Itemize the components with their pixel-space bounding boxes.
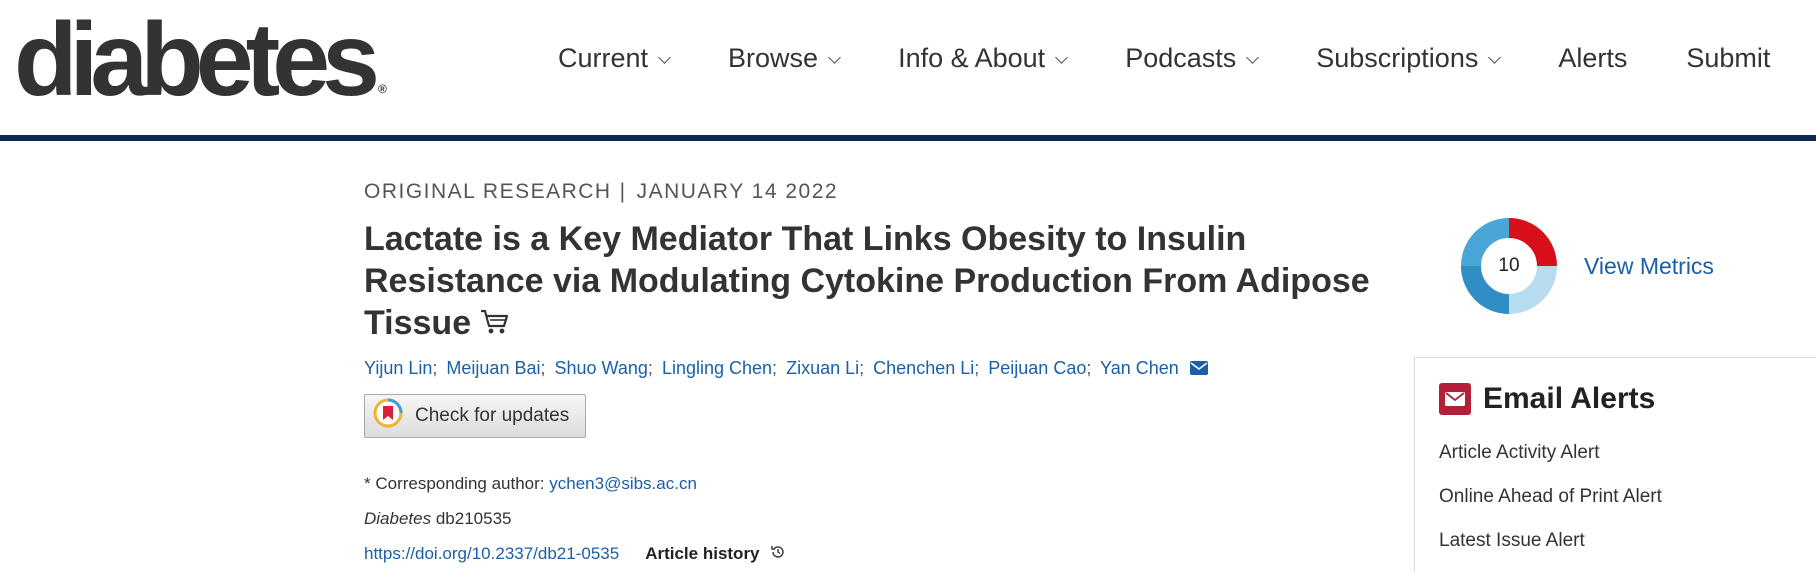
altmetric-score: 10: [1498, 255, 1520, 276]
alert-latest-issue[interactable]: Latest Issue Alert: [1439, 530, 1816, 552]
chevron-down-icon: [1055, 51, 1069, 64]
author-list: Yijun Lin; Meijuan Bai; Shuo Wang; Lingl…: [364, 358, 1384, 380]
corresponding-email-link[interactable]: ychen3@sibs.ac.cn: [549, 474, 697, 493]
article-history-toggle[interactable]: Article history: [645, 544, 785, 563]
site-header: diabetes ® Current Browse Info & About Po…: [0, 0, 1816, 141]
view-metrics-link[interactable]: View Metrics: [1584, 253, 1714, 280]
article-header: ORIGINAL RESEARCH | JANUARY 14 2022 Lactat…: [364, 180, 1384, 580]
chevron-down-icon: [658, 51, 671, 64]
article-date: JANUARY 14 2022: [636, 180, 839, 203]
article-title: Lactate is a Key Mediator That Links Obe…: [364, 218, 1374, 346]
doi-link[interactable]: https://doi.org/10.2337/db21-0535: [364, 544, 619, 563]
email-alerts-title: Email Alerts: [1483, 382, 1656, 415]
author-link[interactable]: Shuo Wang: [555, 358, 648, 378]
corresponding-author: * Corresponding author: ychen3@sibs.ac.c…: [364, 473, 697, 493]
crossmark-icon: [373, 398, 403, 433]
chevron-down-icon: [1246, 51, 1260, 64]
alert-online-ahead-of-print[interactable]: Online Ahead of Print Alert: [1439, 486, 1816, 508]
article-kicker: ORIGINAL RESEARCH | JANUARY 14 2022: [364, 180, 1384, 204]
main-nav: Current Browse Info & About Podcasts Sub…: [558, 43, 1816, 74]
altmetric-donut[interactable]: 10: [1459, 216, 1559, 316]
envelope-icon: [1439, 383, 1471, 415]
chevron-down-icon: [1488, 51, 1502, 64]
email-icon[interactable]: [1189, 359, 1208, 380]
nav-alerts[interactable]: Alerts: [1558, 43, 1627, 74]
kicker-separator: |: [619, 180, 627, 203]
registered-mark: ®: [377, 82, 387, 96]
nav-podcasts[interactable]: Podcasts: [1125, 43, 1260, 74]
author-link[interactable]: Yijun Lin: [364, 358, 432, 378]
nav-submit[interactable]: Submit: [1686, 43, 1770, 74]
author-link[interactable]: Lingling Chen: [662, 358, 772, 378]
nav-browse[interactable]: Browse: [728, 43, 841, 74]
altmetric-widget: 10 View Metrics: [1459, 216, 1714, 316]
logo-text: diabetes: [14, 2, 380, 118]
cart-icon[interactable]: [479, 304, 509, 346]
nav-subscriptions[interactable]: Subscriptions: [1316, 43, 1502, 74]
alert-article-activity[interactable]: Article Activity Alert: [1439, 442, 1816, 464]
article-type: ORIGINAL RESEARCH: [364, 180, 612, 203]
nav-current[interactable]: Current: [558, 43, 671, 74]
nav-info-about[interactable]: Info & About: [898, 43, 1069, 74]
citation: Diabetes db210535: [364, 508, 512, 528]
history-clock-icon: [770, 544, 786, 565]
author-link[interactable]: Yan Chen: [1100, 358, 1179, 378]
author-link[interactable]: Meijuan Bai: [446, 358, 540, 378]
chevron-down-icon: [828, 51, 841, 64]
email-alerts-panel: Email Alerts Article Activity Alert Onli…: [1414, 357, 1816, 572]
author-link[interactable]: Zixuan Li: [786, 358, 859, 378]
article-meta: * Corresponding author: ychen3@sibs.ac.c…: [364, 474, 1384, 565]
author-link[interactable]: Chenchen Li: [873, 358, 974, 378]
email-alerts-header: Email Alerts: [1439, 382, 1816, 416]
diabetes-logo[interactable]: diabetes ®: [14, 8, 387, 112]
check-for-updates-button[interactable]: Check for updates: [364, 393, 586, 438]
author-link[interactable]: Peijuan Cao: [988, 358, 1086, 378]
doi-row: https://doi.org/10.2337/db21-0535 Article…: [364, 544, 1384, 565]
